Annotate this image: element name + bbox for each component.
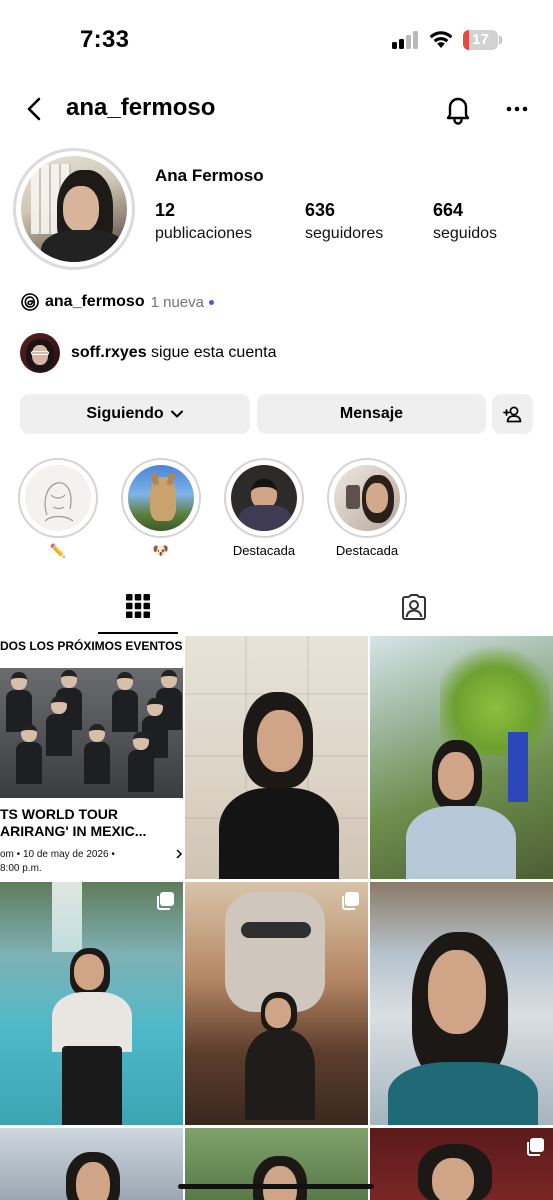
- profile-header: ana_fermoso: [0, 86, 553, 132]
- carousel-icon: [342, 892, 359, 910]
- event-meta-line1: om • 10 de may de 2026 •: [0, 849, 115, 860]
- threads-new-badge: 1 nueva: [150, 293, 204, 311]
- following-button-label: Siguiendo: [86, 405, 164, 422]
- highlight-label: ✏️: [49, 543, 67, 558]
- more-horizontal-icon[interactable]: [502, 94, 532, 124]
- stat-following-count: 664: [433, 200, 464, 220]
- post-photo: [0, 668, 183, 798]
- post-tile[interactable]: [185, 636, 368, 879]
- battery-icon: 17: [463, 30, 502, 50]
- avatar: [21, 156, 127, 262]
- tab-tagged[interactable]: [374, 586, 454, 636]
- display-name: Ana Fermoso: [155, 166, 264, 185]
- highlight-label: Destacada: [232, 543, 296, 558]
- posts-grid: DOS LOS PRÓXIMOS EVENTOS TS WORLD TOUR A…: [0, 636, 553, 1200]
- active-tab-indicator: [98, 632, 178, 634]
- post-tile[interactable]: [0, 1128, 183, 1200]
- message-button-label: Mensaje: [339, 405, 404, 422]
- event-title-line1: TS WORLD TOUR: [0, 806, 118, 822]
- event-meta-line2: 8:00 p.m.: [0, 863, 42, 874]
- unread-dot: [208, 299, 214, 305]
- post-tile[interactable]: [185, 882, 368, 1125]
- following-button[interactable]: Siguiendo: [20, 394, 250, 434]
- highlight-item[interactable]: Destacada: [224, 458, 304, 560]
- highlight-cover: [25, 465, 91, 531]
- carousel-icon: [527, 1138, 544, 1156]
- post-banner: DOS LOS PRÓXIMOS EVENTOS: [0, 639, 183, 653]
- chevron-down-icon: [170, 410, 183, 418]
- message-button[interactable]: Mensaje: [257, 394, 486, 434]
- highlight-item[interactable]: Destacada: [327, 458, 407, 560]
- post-tile[interactable]: [0, 882, 183, 1125]
- tab-grid[interactable]: [98, 586, 178, 636]
- follower-username: soff.rxyes: [71, 344, 147, 361]
- followed-by-row[interactable]: soff.rxyes sigue esta cuenta: [20, 333, 276, 373]
- highlight-item[interactable]: 🐶: [121, 458, 201, 560]
- highlight-item[interactable]: ✏️: [18, 458, 98, 560]
- add-person-icon: [502, 406, 521, 423]
- stat-followers[interactable]: 636 seguidores: [305, 200, 383, 243]
- threads-link[interactable]: ana_fermoso 1 nueva: [21, 291, 214, 313]
- threads-handle: ana_fermoso: [45, 293, 145, 310]
- stat-followers-label: seguidores: [305, 225, 384, 242]
- stat-posts-label: publicaciones: [155, 225, 252, 242]
- highlight-label: Destacada: [335, 543, 399, 558]
- post-tile[interactable]: [370, 882, 553, 1125]
- status-bar: 7:33 17: [0, 0, 553, 80]
- profile-avatar[interactable]: [13, 148, 135, 270]
- wifi-icon: [429, 31, 453, 48]
- chevron-right-icon: [176, 849, 183, 859]
- page-title: ana_fermoso: [66, 94, 216, 121]
- battery-level: 17: [472, 31, 489, 48]
- post-tile[interactable]: DOS LOS PRÓXIMOS EVENTOS TS WORLD TOUR A…: [0, 636, 183, 879]
- post-tile[interactable]: [370, 1128, 553, 1200]
- stat-posts-count: 12: [155, 200, 176, 220]
- home-indicator[interactable]: [178, 1184, 374, 1189]
- stat-following-label: seguidos: [433, 225, 498, 242]
- suggest-users-button[interactable]: [492, 394, 533, 434]
- grid-icon: [126, 594, 150, 618]
- highlight-cover: [334, 465, 400, 531]
- threads-icon: [21, 293, 39, 311]
- stat-following[interactable]: 664 seguidos: [433, 200, 497, 243]
- profile-tabs: [0, 586, 553, 636]
- status-time: 7:33: [80, 26, 130, 53]
- post-tile[interactable]: [185, 1128, 368, 1200]
- follower-avatar: [20, 333, 60, 373]
- carousel-icon: [157, 892, 174, 910]
- follower-text: sigue esta cuenta: [151, 344, 277, 361]
- highlight-cover: [231, 465, 297, 531]
- bell-icon[interactable]: [442, 93, 474, 125]
- stat-followers-count: 636: [305, 200, 336, 220]
- stat-posts: 12 publicaciones: [155, 200, 252, 243]
- tagged-person-icon: [402, 594, 426, 620]
- event-title-line2: ARIRANG' IN MEXIC...: [0, 823, 147, 839]
- highlight-cover: [128, 465, 194, 531]
- chevron-left-icon[interactable]: [20, 94, 50, 124]
- cellular-signal-icon: [392, 31, 420, 49]
- post-tile[interactable]: [370, 636, 553, 879]
- highlight-label: 🐶: [152, 543, 170, 558]
